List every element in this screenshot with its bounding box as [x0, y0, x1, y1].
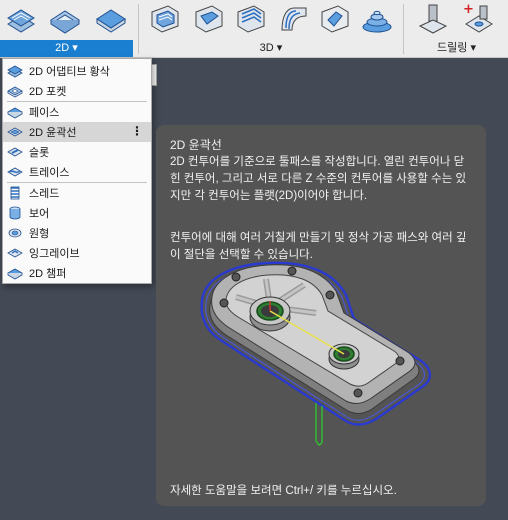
menu-item-label: 보어 [29, 208, 50, 220]
2d-pocket-icon [7, 86, 23, 98]
tooltip-description-2: 컨투어에 대해 여러 거칠게 만들기 및 정삭 가공 패스와 여러 깊이 절단을… [170, 232, 467, 261]
toolbar-separator [403, 4, 404, 54]
pocket-3d-icon[interactable] [192, 2, 226, 36]
tooltip-panel: 2D 윤곽선 2D 컨투어를 기준으로 툴패스를 작성합니다. 열린 컨투어나 … [156, 125, 486, 506]
group-2d-dropdown[interactable]: 2D ▾ [0, 40, 133, 57]
tooltip-description: 2D 컨투어를 기준으로 툴패스를 작성합니다. 열린 컨투어나 닫힌 컨투어,… [170, 156, 467, 202]
menu-item-face[interactable]: 페이스 [3, 102, 151, 122]
menu-item-label: 2D 챔퍼 [29, 268, 67, 280]
menu-item-trace[interactable]: 트레이스 [3, 162, 151, 182]
more-options-icon[interactable]: ⋮ [131, 124, 143, 138]
menu-item-label: 페이스 [29, 107, 60, 119]
menu-item-2d-pocket[interactable]: 2D 포켓 [3, 81, 151, 101]
menu-item-label: 2D 어댑티브 황삭 [29, 66, 110, 78]
face-icon[interactable] [94, 2, 128, 36]
scallop-icon[interactable] [360, 2, 394, 36]
2d-menu: 2D 어댑티브 황삭 2D 포켓 페이스 2D 윤곽선 ⋮ 슬롯 트레이스 스레… [2, 58, 152, 284]
group-3d-dropdown[interactable]: 3D ▾ [140, 40, 402, 57]
2d-pocket-icon[interactable] [48, 2, 82, 36]
engrave-icon [7, 248, 23, 258]
menu-item-label: 2D 포켓 [29, 86, 67, 98]
group-drilling-dropdown[interactable]: 드릴링 ▾ [405, 40, 508, 57]
2d-chamfer-icon [7, 268, 23, 280]
contour-preview-image [200, 261, 431, 446]
menu-item-label: 2D 윤곽선 [29, 127, 77, 139]
svg-text:+: + [463, 2, 474, 17]
menu-item-2d-chamfer[interactable]: 2D 챔퍼 [3, 263, 151, 283]
toolbar-separator [138, 4, 139, 54]
contour-3d-icon[interactable] [318, 2, 352, 36]
menu-item-2d-adaptive[interactable]: 2D 어댑티브 황삭 [3, 61, 151, 81]
menu-item-label: 슬롯 [29, 147, 50, 159]
menu-item-circular[interactable]: 원형 [3, 223, 151, 243]
adaptive-3d-icon[interactable] [148, 2, 182, 36]
thread-icon [10, 186, 20, 200]
steep-shallow-icon[interactable] [234, 2, 268, 36]
tooltip-title: 2D 윤곽선 [170, 138, 222, 152]
2d-adaptive-icon[interactable] [4, 2, 38, 36]
tooltip-help-hint: 자세한 도움말을 보려면 Ctrl+/ 키를 누르십시오. [170, 485, 397, 497]
hole-recognition-icon[interactable]: + [462, 2, 496, 36]
face-icon [7, 107, 23, 119]
trace-icon [7, 167, 23, 177]
menu-item-label: 잉그레이브 [29, 248, 80, 260]
menu-item-slot[interactable]: 슬롯 [3, 142, 151, 162]
menu-item-label: 원형 [29, 228, 50, 240]
2d-contour-icon [7, 127, 23, 137]
2d-adaptive-icon [7, 65, 23, 78]
toolbar: + 2D ▾ 3D ▾ 드릴링 ▾ [0, 0, 508, 58]
circular-icon [8, 228, 22, 238]
menu-item-label: 스레드 [29, 188, 60, 200]
drill-icon[interactable] [416, 2, 450, 36]
menu-item-thread[interactable]: 스레드 [3, 183, 151, 203]
menu-item-label: 트레이스 [29, 167, 70, 179]
menu-item-2d-contour[interactable]: 2D 윤곽선 ⋮ [3, 122, 151, 142]
slot-icon [7, 147, 23, 157]
flow-icon[interactable] [276, 2, 310, 36]
bore-icon [9, 206, 21, 220]
menu-item-engrave[interactable]: 잉그레이브 [3, 243, 151, 263]
menu-item-bore[interactable]: 보어 [3, 203, 151, 223]
